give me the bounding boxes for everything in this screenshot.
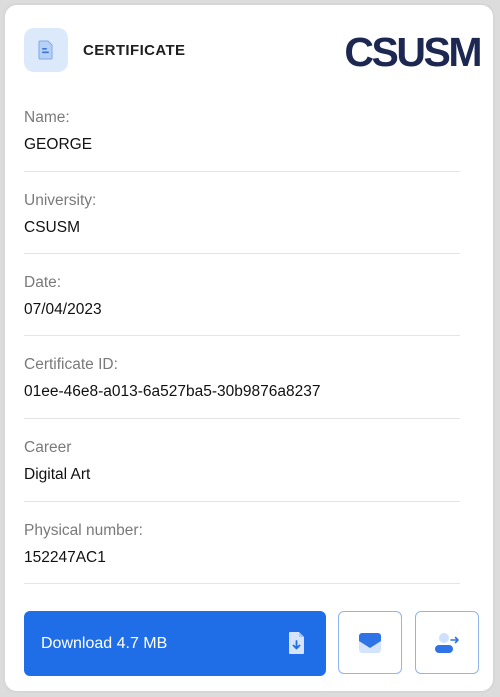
field-value: Digital Art (24, 466, 91, 483)
document-badge (24, 28, 68, 72)
field-certificate-id: Certificate ID: 01ee-46e8-a013-6a527ba5-… (24, 356, 460, 419)
university-logo: CSUSM (344, 29, 482, 75)
download-button-label: Download 4.7 MB (41, 635, 168, 652)
field-label: University: (24, 192, 97, 209)
field-career: Career Digital Art (24, 439, 460, 502)
file-download-icon (289, 632, 304, 654)
field-label: Name: (24, 109, 70, 126)
field-value: 07/04/2023 (24, 301, 102, 318)
field-name: Name: GEORGE (24, 109, 460, 172)
envelope-icon (359, 632, 381, 653)
download-button[interactable]: Download 4.7 MB (24, 611, 326, 676)
share-button[interactable] (415, 611, 479, 674)
field-value: 01ee-46e8-a013-6a527ba5-30b9876a8237 (24, 383, 321, 400)
email-button[interactable] (338, 611, 402, 674)
field-physical-number: Physical number: 152247AC1 (24, 522, 460, 584)
field-value: CSUSM (24, 219, 80, 236)
action-bar: Download 4.7 MB (24, 611, 480, 676)
document-icon (38, 40, 53, 60)
field-date: Date: 07/04/2023 (24, 274, 460, 336)
field-label: Certificate ID: (24, 356, 118, 373)
field-value: 152247AC1 (24, 549, 106, 566)
card-header: CERTIFICATE CSUSM (24, 28, 482, 76)
certificate-card: CERTIFICATE CSUSM Name: GEORGE Universit… (3, 3, 495, 693)
user-share-icon (435, 632, 459, 653)
field-label: Physical number: (24, 522, 143, 539)
page-title: CERTIFICATE (83, 42, 186, 59)
field-university: University: CSUSM (24, 192, 460, 254)
field-label: Career (24, 439, 72, 456)
field-value: GEORGE (24, 136, 93, 153)
field-label: Date: (24, 274, 62, 291)
